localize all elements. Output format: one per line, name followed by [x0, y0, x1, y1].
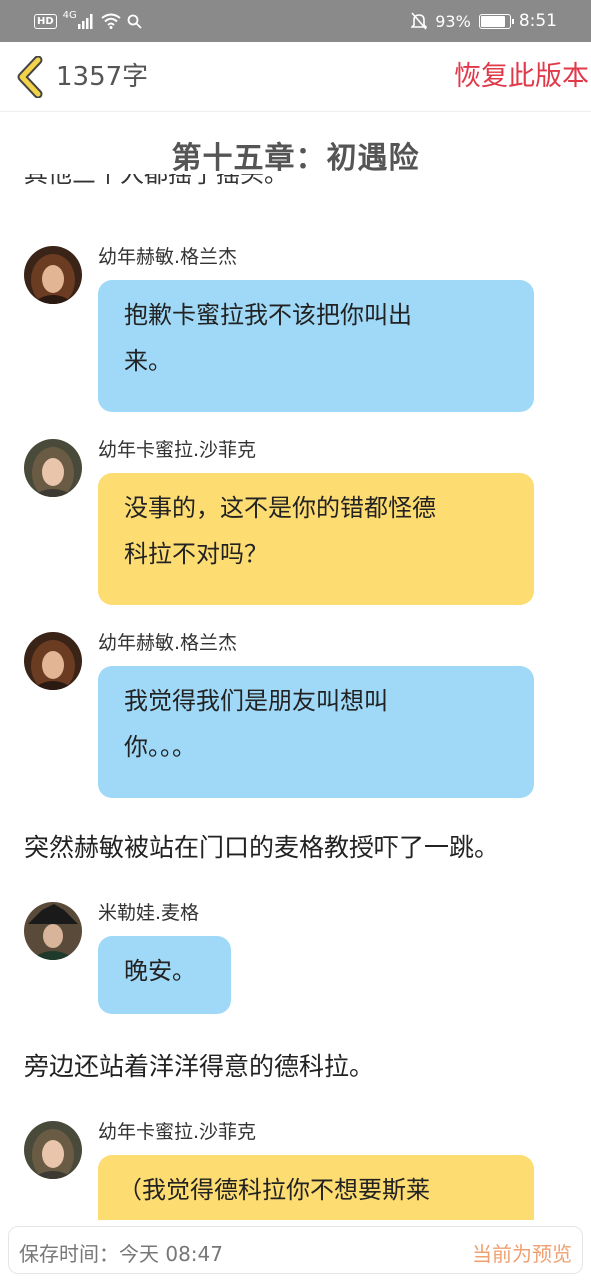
search-icon [127, 14, 142, 29]
sender-name: 幼年赫敏.格兰杰 [98, 632, 238, 654]
signal-icon [77, 14, 93, 29]
chat-message: 幼年卡蜜拉.沙菲克 （我觉得德科拉你不想要斯莱 [24, 1121, 534, 1220]
hd-icon: HD [34, 13, 57, 29]
avatar-hermione[interactable] [24, 246, 82, 304]
word-count: 1357字 [56, 62, 149, 92]
sender-name: 幼年赫敏.格兰杰 [98, 246, 238, 268]
narration-text: 旁边还站着洋洋得意的德科拉。 [24, 1052, 375, 1081]
save-time: 保存时间：今天 08:47 [19, 1242, 223, 1266]
network-type: 4G [62, 9, 77, 21]
status-left: HD 4G [34, 9, 142, 33]
mute-icon [411, 12, 428, 30]
restore-version-button[interactable]: 恢复此版本 [454, 60, 589, 94]
chevron-left-icon [17, 55, 43, 99]
chapter-title: 第十五章：初遇险 [171, 141, 420, 176]
chat-message: 米勒娃.麦格 晚安。 [24, 902, 534, 1014]
avatar-hermione[interactable] [24, 632, 82, 690]
battery-percent: 93% [435, 11, 471, 31]
chat-message: 幼年卡蜜拉.沙菲克 没事的，这不是你的错都怪德 科拉不对吗？ [24, 439, 534, 605]
editor-header: 1357字 恢复此版本 [0, 42, 591, 112]
sender-name: 幼年卡蜜拉.沙菲克 [98, 1121, 257, 1143]
clipped-narration: 其他三个人都摇了摇头。 [24, 174, 288, 198]
message-line: 没事的，这不是你的错都怪德 [124, 494, 436, 522]
avatar-camilla[interactable] [24, 439, 82, 497]
save-status-bar: 保存时间：今天 08:47 当前为预览 [8, 1226, 583, 1274]
preview-status: 当前为预览 [472, 1242, 572, 1266]
chat-message: 幼年赫敏.格兰杰 抱歉卡蜜拉我不该把你叫出 来。 [24, 246, 534, 412]
message-line: 我觉得我们是朋友叫想叫 [124, 687, 388, 715]
message-line: 科拉不对吗？ [124, 540, 268, 568]
clock: 8:51 [518, 11, 557, 31]
avatar-mcgonagall[interactable] [24, 902, 82, 960]
avatar-camilla[interactable] [24, 1121, 82, 1179]
status-right: 93% 8:51 [411, 9, 557, 33]
message-bubble[interactable]: 我觉得我们是朋友叫想叫 你。。。 [98, 666, 534, 798]
battery-icon [478, 13, 514, 29]
message-line: 抱歉卡蜜拉我不该把你叫出 [124, 301, 412, 329]
sender-name: 幼年卡蜜拉.沙菲克 [98, 439, 257, 461]
message-line: 晚安。 [124, 957, 196, 985]
message-bubble[interactable]: 抱歉卡蜜拉我不该把你叫出 来。 [98, 280, 534, 412]
chapter-content[interactable]: 第十五章：初遇险 其他三个人都摇了摇头。 幼年赫敏.格兰杰 抱歉卡蜜拉我不该把你… [0, 113, 591, 1220]
message-bubble[interactable]: 晚安。 [98, 936, 231, 1014]
wifi-icon [101, 13, 121, 29]
chat-message: 幼年赫敏.格兰杰 我觉得我们是朋友叫想叫 你。。。 [24, 632, 534, 798]
battery-fill [480, 15, 505, 27]
clipped-narration-text: 其他三个人都摇了摇头。 [24, 174, 288, 188]
message-bubble[interactable]: 没事的，这不是你的错都怪德 科拉不对吗？ [98, 473, 534, 605]
message-bubble[interactable]: （我觉得德科拉你不想要斯莱 [98, 1155, 534, 1220]
back-button[interactable] [14, 55, 48, 99]
message-line: 你。。。 [124, 733, 196, 761]
message-line: 来。 [124, 347, 172, 375]
narration-text: 突然赫敏被站在门口的麦格教授吓了一跳。 [24, 833, 500, 862]
sender-name: 米勒娃.麦格 [98, 902, 200, 924]
status-bar: HD 4G 93% 8:51 [0, 0, 591, 42]
message-line: （我觉得德科拉你不想要斯莱 [118, 1176, 430, 1204]
